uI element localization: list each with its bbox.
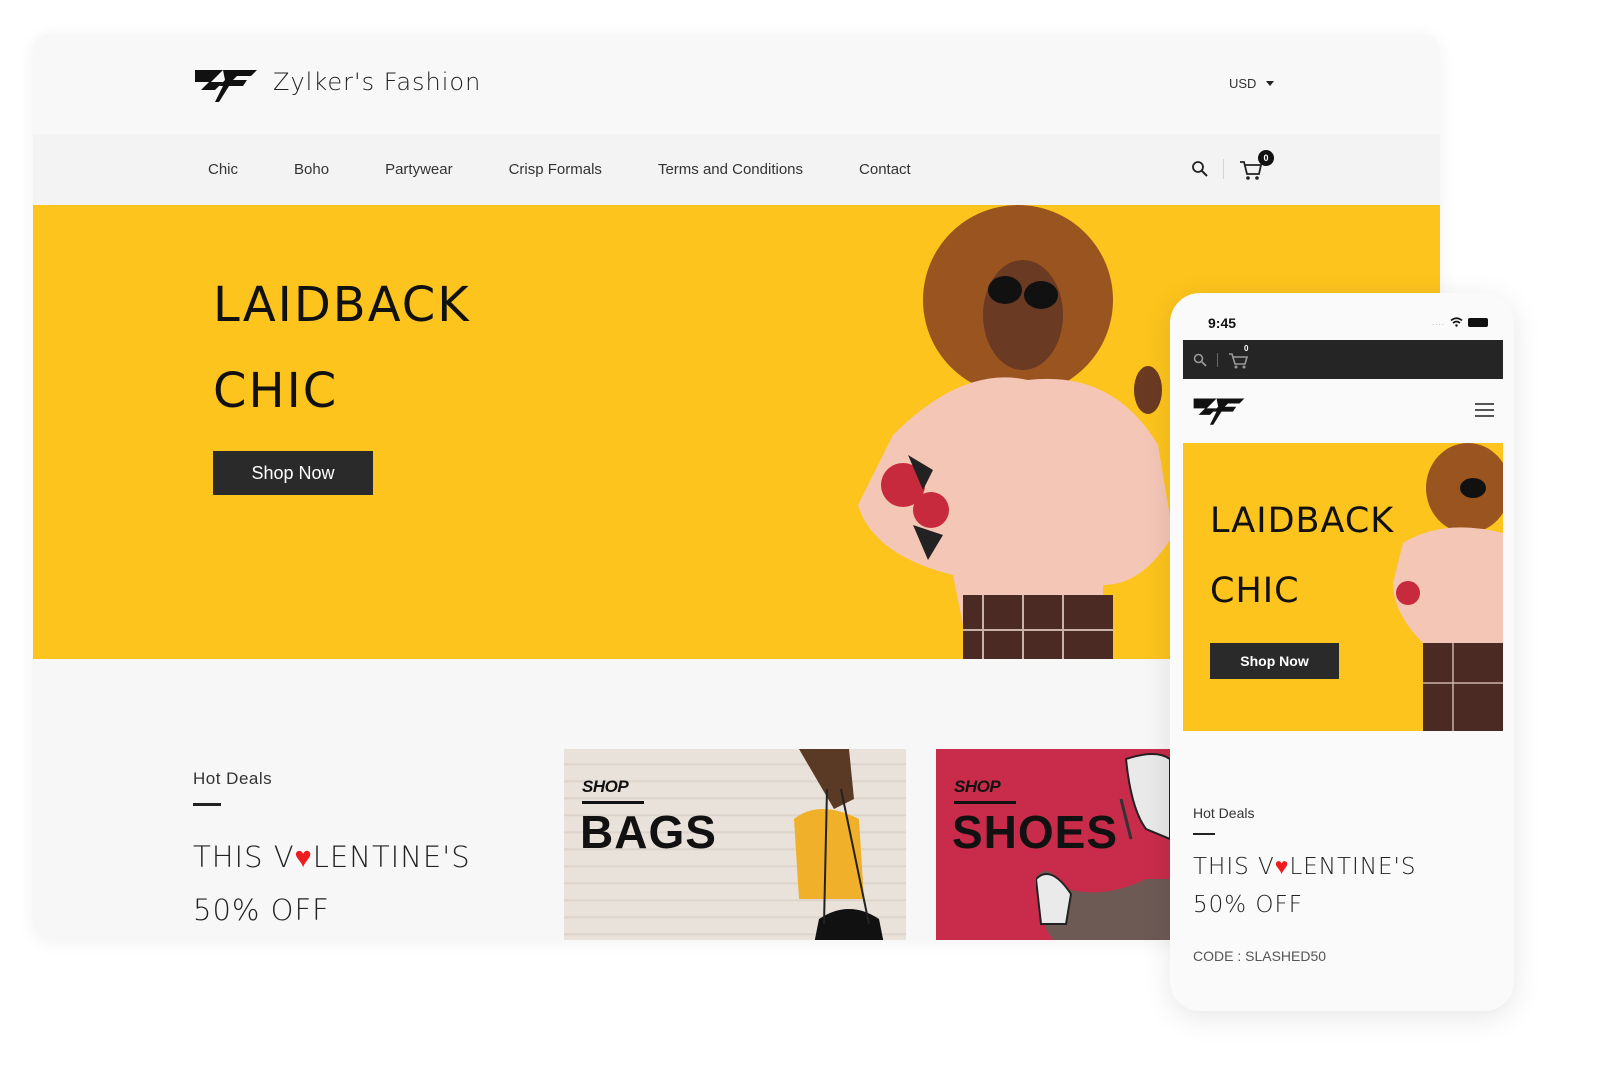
model-photo — [858, 205, 1173, 659]
valentines-headline: THIS V♥LENTINE'S — [193, 840, 471, 875]
wifi-icon — [1450, 317, 1463, 327]
status-icons: .... — [1432, 317, 1488, 327]
card-divider — [954, 801, 1016, 804]
hero-title-line1: LAIDBACK — [213, 277, 471, 333]
status-time: 9:45 — [1208, 315, 1237, 331]
discount-offer: 50% OFF — [193, 893, 330, 927]
nav-item-partywear[interactable]: Partywear — [385, 161, 453, 178]
hero-title-line1: LAIDBACK — [1210, 501, 1395, 541]
divider — [1223, 159, 1224, 179]
search-icon[interactable] — [1193, 353, 1207, 367]
coupon-code: CODE : SLASHED50 — [1193, 948, 1327, 964]
main-nav: Chic Boho Partywear Crisp Formals Terms … — [208, 134, 967, 205]
caret-down-icon — [1266, 81, 1275, 86]
mobile-hero-banner: LAIDBACK CHIC Shop Now — [1183, 443, 1503, 731]
card-divider — [582, 801, 644, 804]
card-title-bags: BAGS — [580, 806, 717, 858]
battery-icon — [1467, 317, 1488, 327]
signal-icon: .... — [1432, 317, 1445, 327]
headline-text-pre: THIS V — [193, 840, 295, 874]
underline-divider — [193, 803, 221, 806]
brand-name[interactable]: Zylker's Fashion — [273, 68, 481, 96]
cart-button[interactable]: 0 — [1228, 344, 1250, 370]
bags-model-photo — [794, 749, 884, 940]
shop-bags-card[interactable]: SHOP BAGS — [564, 749, 906, 940]
nav-item-contact[interactable]: Contact — [859, 161, 911, 178]
nav-item-chic[interactable]: Chic — [208, 161, 238, 178]
nav-item-boho[interactable]: Boho — [294, 161, 329, 178]
site-header: Zylker's Fashion USD — [33, 34, 1440, 134]
heart-icon: ♥ — [294, 840, 313, 874]
nav-item-terms[interactable]: Terms and Conditions — [658, 161, 803, 178]
nav-item-crisp-formals[interactable]: Crisp Formals — [509, 161, 602, 178]
headline-text-pre: THIS V — [1193, 854, 1275, 880]
currency-label: USD — [1229, 76, 1257, 91]
model-photo — [1393, 443, 1503, 731]
shop-shoes-card[interactable]: SHOP SHOES — [936, 749, 1170, 940]
mobile-top-bar: 0 — [1183, 340, 1503, 379]
underline-divider — [1193, 833, 1215, 835]
headline-text-post: LENTINE'S — [312, 840, 471, 874]
zf-logo-icon[interactable] — [1192, 393, 1246, 427]
shop-now-button[interactable]: Shop Now — [1210, 643, 1339, 679]
headline-text-post: LENTINE'S — [1289, 854, 1417, 880]
currency-selector[interactable]: USD — [1229, 76, 1275, 91]
hot-deals-label: Hot Deals — [193, 769, 273, 788]
hero-title-line2: CHIC — [1210, 571, 1300, 611]
cart-icon — [1229, 352, 1249, 368]
hot-deals-section: Hot Deals THIS V♥LENTINE'S 50% OFF CODE … — [1193, 805, 1416, 964]
cart-count-badge: 0 — [1244, 343, 1249, 353]
shop-now-button[interactable]: Shop Now — [213, 451, 373, 495]
search-icon[interactable] — [1191, 160, 1209, 178]
zf-logo-icon[interactable] — [193, 64, 259, 104]
heart-icon: ♥ — [1274, 854, 1290, 880]
cart-button[interactable]: 0 — [1238, 150, 1274, 182]
hot-deals-label: Hot Deals — [1193, 805, 1255, 821]
card-shop-label: SHOP — [582, 777, 629, 796]
nav-bar: Chic Boho Partywear Crisp Formals Terms … — [33, 134, 1440, 205]
discount-offer: 50% OFF — [1193, 892, 1303, 918]
card-title-shoes: SHOES — [952, 806, 1119, 858]
divider — [1217, 352, 1218, 367]
header-actions: 0 — [1191, 150, 1274, 182]
mobile-site-mockup: 9:45 .... 0 LAIDBACK CHIC Shop Now Hot D… — [1170, 293, 1514, 1011]
hero-title-line2: CHIC — [213, 363, 339, 419]
card-shop-label: SHOP — [954, 777, 1001, 796]
hamburger-menu-icon[interactable] — [1475, 403, 1494, 421]
valentines-headline: THIS V♥LENTINE'S — [1193, 853, 1416, 880]
hot-deals-section: Hot Deals THIS V♥LENTINE'S 50% OFF — [193, 769, 471, 927]
cart-count-badge: 0 — [1258, 150, 1274, 166]
